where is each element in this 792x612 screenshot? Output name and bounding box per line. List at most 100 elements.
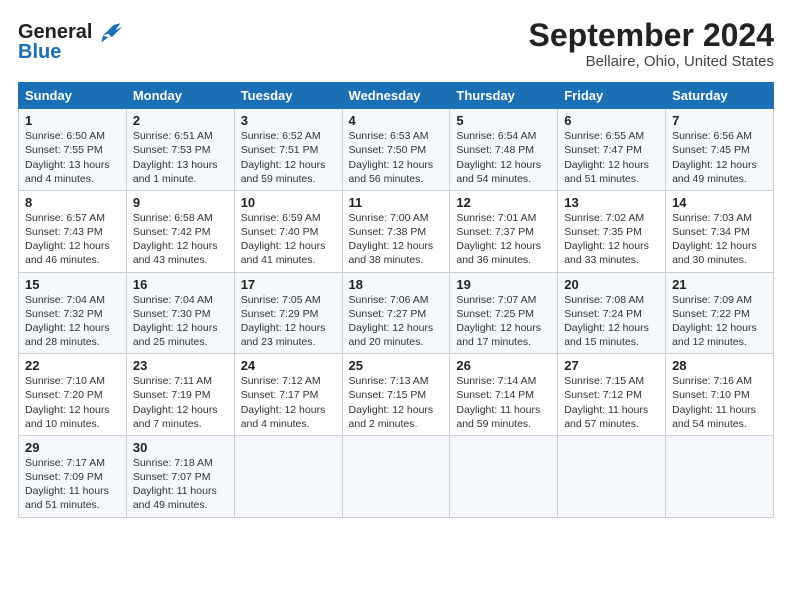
table-cell	[234, 435, 342, 517]
day-detail: Sunrise: 6:54 AMSunset: 7:48 PMDaylight:…	[456, 130, 541, 185]
col-wednesday: Wednesday	[342, 83, 450, 109]
logo: General Blue	[18, 18, 124, 62]
day-detail: Sunrise: 6:58 AMSunset: 7:42 PMDaylight:…	[133, 212, 218, 267]
day-number: 4	[349, 113, 444, 128]
day-detail: Sunrise: 7:04 AMSunset: 7:30 PMDaylight:…	[133, 294, 218, 349]
day-number: 7	[672, 113, 767, 128]
day-number: 6	[564, 113, 659, 128]
day-detail: Sunrise: 7:10 AMSunset: 7:20 PMDaylight:…	[25, 375, 110, 430]
day-detail: Sunrise: 6:56 AMSunset: 7:45 PMDaylight:…	[672, 130, 757, 185]
table-cell: 14 Sunrise: 7:03 AMSunset: 7:34 PMDayligh…	[666, 190, 774, 272]
day-number: 22	[25, 358, 120, 373]
day-number: 21	[672, 277, 767, 292]
day-number: 23	[133, 358, 228, 373]
table-cell: 24 Sunrise: 7:12 AMSunset: 7:17 PMDayligh…	[234, 354, 342, 436]
table-row: 15 Sunrise: 7:04 AMSunset: 7:32 PMDayligh…	[19, 272, 774, 354]
day-number: 20	[564, 277, 659, 292]
day-detail: Sunrise: 7:01 AMSunset: 7:37 PMDaylight:…	[456, 212, 541, 267]
day-number: 10	[241, 195, 336, 210]
calendar-subtitle: Bellaire, Ohio, United States	[529, 53, 774, 70]
table-cell: 17 Sunrise: 7:05 AMSunset: 7:29 PMDayligh…	[234, 272, 342, 354]
day-detail: Sunrise: 6:51 AMSunset: 7:53 PMDaylight:…	[133, 130, 218, 185]
table-cell: 4Sunrise: 6:53 AMSunset: 7:50 PMDaylight…	[342, 109, 450, 191]
day-number: 13	[564, 195, 659, 210]
table-cell: 29 Sunrise: 7:17 AMSunset: 7:09 PMDayligh…	[19, 435, 127, 517]
table-cell: 16Sunrise: 7:04 AMSunset: 7:30 PMDayligh…	[126, 272, 234, 354]
day-number: 5	[456, 113, 551, 128]
day-number: 17	[241, 277, 336, 292]
day-number: 18	[349, 277, 444, 292]
page: General Blue September 2024 Bellaire, Oh…	[0, 0, 792, 528]
day-detail: Sunrise: 7:14 AMSunset: 7:14 PMDaylight:…	[456, 375, 540, 430]
day-number: 3	[241, 113, 336, 128]
calendar-table: Sunday Monday Tuesday Wednesday Thursday…	[18, 82, 774, 517]
table-cell: 9 Sunrise: 6:58 AMSunset: 7:42 PMDaylight…	[126, 190, 234, 272]
table-cell: 3 Sunrise: 6:52 AMSunset: 7:51 PMDaylight…	[234, 109, 342, 191]
day-number: 11	[349, 195, 444, 210]
day-number: 2	[133, 113, 228, 128]
day-detail: Sunrise: 6:52 AMSunset: 7:51 PMDaylight:…	[241, 130, 326, 185]
col-monday: Monday	[126, 83, 234, 109]
table-cell: 5 Sunrise: 6:54 AMSunset: 7:48 PMDaylight…	[450, 109, 558, 191]
table-cell: 7 Sunrise: 6:56 AMSunset: 7:45 PMDaylight…	[666, 109, 774, 191]
day-detail: Sunrise: 7:13 AMSunset: 7:15 PMDaylight:…	[349, 375, 434, 430]
day-detail: Sunrise: 7:17 AMSunset: 7:09 PMDaylight:…	[25, 457, 109, 512]
table-row: 22 Sunrise: 7:10 AMSunset: 7:20 PMDayligh…	[19, 354, 774, 436]
day-number: 14	[672, 195, 767, 210]
day-number: 24	[241, 358, 336, 373]
day-number: 1	[25, 113, 120, 128]
day-detail: Sunrise: 7:02 AMSunset: 7:35 PMDaylight:…	[564, 212, 649, 267]
day-detail: Sunrise: 7:04 AMSunset: 7:32 PMDaylight:…	[25, 294, 110, 349]
table-cell: 26 Sunrise: 7:14 AMSunset: 7:14 PMDayligh…	[450, 354, 558, 436]
table-cell	[450, 435, 558, 517]
table-cell: 22 Sunrise: 7:10 AMSunset: 7:20 PMDayligh…	[19, 354, 127, 436]
table-cell: 1 Sunrise: 6:50 AMSunset: 7:55 PMDaylight…	[19, 109, 127, 191]
day-number: 9	[133, 195, 228, 210]
day-number: 25	[349, 358, 444, 373]
header-row: Sunday Monday Tuesday Wednesday Thursday…	[19, 83, 774, 109]
day-detail: Sunrise: 6:57 AMSunset: 7:43 PMDaylight:…	[25, 212, 110, 267]
table-cell: 19 Sunrise: 7:07 AMSunset: 7:25 PMDayligh…	[450, 272, 558, 354]
calendar-title: September 2024	[529, 18, 774, 53]
logo-general: General	[18, 22, 92, 42]
table-cell: 11Sunrise: 7:00 AMSunset: 7:38 PMDayligh…	[342, 190, 450, 272]
table-cell	[666, 435, 774, 517]
day-number: 15	[25, 277, 120, 292]
day-detail: Sunrise: 7:05 AMSunset: 7:29 PMDaylight:…	[241, 294, 326, 349]
day-number: 19	[456, 277, 551, 292]
day-detail: Sunrise: 6:59 AMSunset: 7:40 PMDaylight:…	[241, 212, 326, 267]
header: General Blue September 2024 Bellaire, Oh…	[18, 18, 774, 70]
logo-bird-icon	[96, 18, 124, 46]
day-detail: Sunrise: 6:55 AMSunset: 7:47 PMDaylight:…	[564, 130, 649, 185]
table-cell: 23Sunrise: 7:11 AMSunset: 7:19 PMDayligh…	[126, 354, 234, 436]
day-detail: Sunrise: 6:50 AMSunset: 7:55 PMDaylight:…	[25, 130, 110, 185]
day-detail: Sunrise: 7:12 AMSunset: 7:17 PMDaylight:…	[241, 375, 326, 430]
table-cell	[558, 435, 666, 517]
day-detail: Sunrise: 7:08 AMSunset: 7:24 PMDaylight:…	[564, 294, 649, 349]
table-cell: 28Sunrise: 7:16 AMSunset: 7:10 PMDayligh…	[666, 354, 774, 436]
day-detail: Sunrise: 7:07 AMSunset: 7:25 PMDaylight:…	[456, 294, 541, 349]
day-detail: Sunrise: 7:18 AMSunset: 7:07 PMDaylight:…	[133, 457, 217, 512]
table-cell: 20 Sunrise: 7:08 AMSunset: 7:24 PMDayligh…	[558, 272, 666, 354]
day-number: 12	[456, 195, 551, 210]
day-detail: Sunrise: 7:06 AMSunset: 7:27 PMDaylight:…	[349, 294, 434, 349]
table-cell: 6 Sunrise: 6:55 AMSunset: 7:47 PMDaylight…	[558, 109, 666, 191]
table-cell: 13 Sunrise: 7:02 AMSunset: 7:35 PMDayligh…	[558, 190, 666, 272]
day-number: 30	[133, 440, 228, 455]
table-cell: 12 Sunrise: 7:01 AMSunset: 7:37 PMDayligh…	[450, 190, 558, 272]
table-cell: 30 Sunrise: 7:18 AMSunset: 7:07 PMDayligh…	[126, 435, 234, 517]
col-tuesday: Tuesday	[234, 83, 342, 109]
day-detail: Sunrise: 7:09 AMSunset: 7:22 PMDaylight:…	[672, 294, 757, 349]
table-row: 29 Sunrise: 7:17 AMSunset: 7:09 PMDayligh…	[19, 435, 774, 517]
day-number: 28	[672, 358, 767, 373]
day-detail: Sunrise: 7:03 AMSunset: 7:34 PMDaylight:…	[672, 212, 757, 267]
day-number: 29	[25, 440, 120, 455]
col-sunday: Sunday	[19, 83, 127, 109]
title-area: September 2024 Bellaire, Ohio, United St…	[529, 18, 774, 70]
table-cell: 18 Sunrise: 7:06 AMSunset: 7:27 PMDayligh…	[342, 272, 450, 354]
day-number: 26	[456, 358, 551, 373]
table-cell: 8 Sunrise: 6:57 AMSunset: 7:43 PMDaylight…	[19, 190, 127, 272]
col-saturday: Saturday	[666, 83, 774, 109]
table-cell: 2 Sunrise: 6:51 AMSunset: 7:53 PMDaylight…	[126, 109, 234, 191]
day-number: 8	[25, 195, 120, 210]
